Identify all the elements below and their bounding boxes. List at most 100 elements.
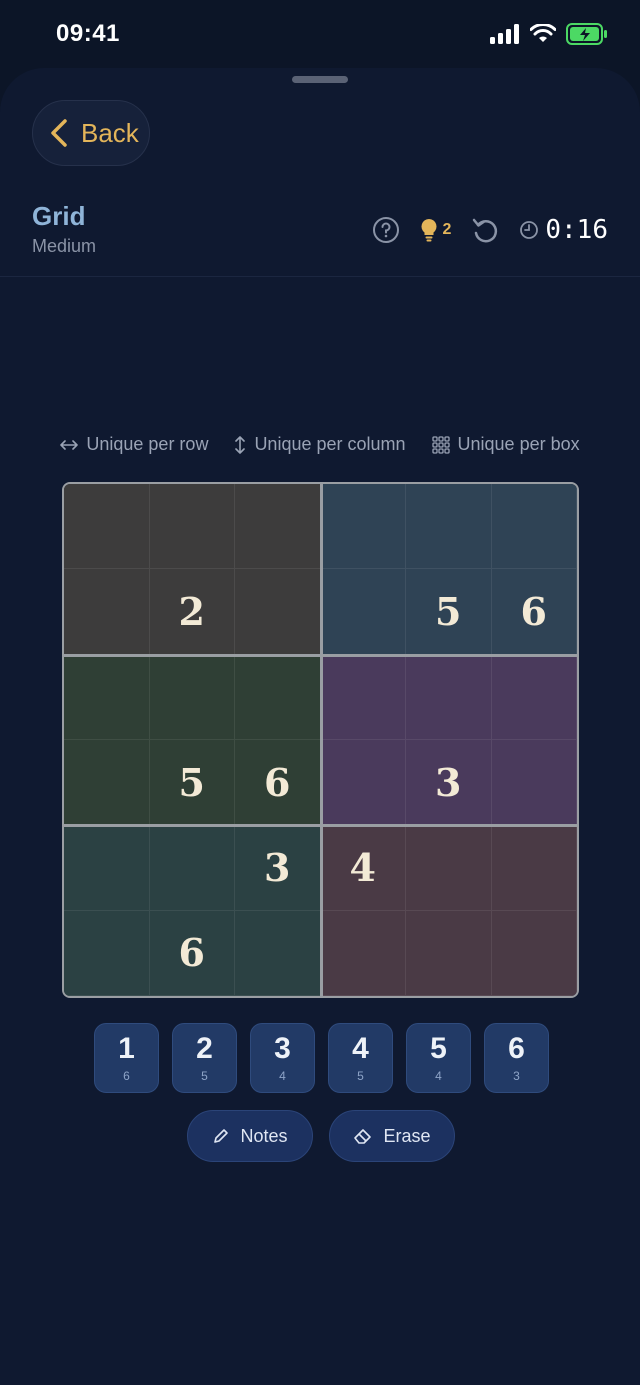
board-cell-r5-c1[interactable]	[64, 825, 150, 911]
board-cell-r3-c3[interactable]	[235, 654, 321, 740]
board-cell-r1-c1[interactable]	[64, 484, 150, 570]
box-divider	[319, 484, 323, 996]
battery-charging-icon	[566, 23, 607, 45]
rule-column: Unique per column	[234, 434, 406, 455]
difficulty-label: Medium	[32, 236, 97, 256]
board-cell-r2-c3[interactable]	[235, 569, 321, 655]
sheet-grabber[interactable]	[292, 76, 348, 83]
box-divider	[64, 653, 577, 657]
board-cell-r4-c3[interactable]: 6	[235, 740, 321, 826]
header-divider	[0, 276, 640, 277]
action-buttons: Notes Erase	[187, 1110, 455, 1162]
board-cell-r2-c1[interactable]	[64, 569, 150, 655]
number-key-remaining: 3	[513, 1069, 520, 1083]
wifi-icon	[530, 24, 556, 42]
rule-row: Unique per row	[60, 434, 208, 455]
board-cell-r1-c5[interactable]	[406, 484, 492, 570]
rules-row: Unique per row Unique per column Unique …	[0, 434, 640, 455]
help-icon[interactable]	[372, 216, 400, 244]
notes-button[interactable]: Notes	[187, 1110, 313, 1162]
number-key-4[interactable]: 45	[328, 1023, 393, 1093]
number-key-digit: 4	[352, 1032, 369, 1065]
board-cell-r6-c1[interactable]	[64, 910, 150, 996]
game-title: Grid	[32, 201, 86, 231]
game-toolbar: 2 0:16	[372, 213, 608, 247]
number-key-digit: 6	[508, 1032, 525, 1065]
board-cell-r5-c2[interactable]	[149, 825, 235, 911]
board-cell-r6-c5[interactable]	[406, 910, 492, 996]
number-key-remaining: 6	[123, 1069, 130, 1083]
board-cell-r3-c4[interactable]	[320, 654, 406, 740]
erase-label: Erase	[383, 1125, 431, 1146]
number-key-1[interactable]: 16	[94, 1023, 159, 1093]
board-cell-r2-c4[interactable]	[320, 569, 406, 655]
board-cell-r4-c1[interactable]	[64, 740, 150, 826]
hint-count: 2	[442, 221, 452, 238]
timer-text: 0:16	[545, 215, 608, 245]
horizontal-arrows-icon	[60, 439, 79, 450]
number-key-digit: 2	[196, 1032, 213, 1065]
board-cell-r6-c6[interactable]	[491, 910, 577, 996]
board-cell-r4-c2[interactable]: 5	[149, 740, 235, 826]
number-key-digit: 3	[274, 1032, 291, 1065]
board-cell-r6-c2[interactable]: 6	[149, 910, 235, 996]
board-cell-r5-c6[interactable]	[491, 825, 577, 911]
board-cell-r1-c3[interactable]	[235, 484, 321, 570]
sudoku-board: 256563346	[62, 482, 579, 998]
number-key-remaining: 5	[357, 1069, 364, 1083]
number-key-digit: 5	[430, 1032, 447, 1065]
notes-label: Notes	[240, 1125, 288, 1146]
clock-icon	[520, 221, 539, 239]
board-cell-r6-c3[interactable]	[235, 910, 321, 996]
board-cell-r2-c2[interactable]: 2	[149, 569, 235, 655]
number-key-digit: 1	[118, 1032, 135, 1065]
eraser-icon	[354, 1129, 372, 1144]
title-block: Grid Medium	[32, 201, 96, 257]
status-bar: 09:41	[0, 0, 640, 68]
board-cell-r1-c2[interactable]	[149, 484, 235, 570]
rule-column-label: Unique per column	[254, 434, 406, 454]
rule-box-label: Unique per box	[457, 434, 580, 454]
back-button[interactable]: Back	[32, 100, 150, 166]
number-key-3[interactable]: 34	[250, 1023, 315, 1093]
rule-box: Unique per box	[431, 434, 580, 455]
pencil-icon	[214, 1129, 229, 1143]
undo-icon[interactable]	[471, 216, 499, 244]
board-cell-r1-c4[interactable]	[320, 484, 406, 570]
game-sheet: Back Grid Medium 2 0:16 Unique per row U…	[0, 68, 640, 1385]
board-cell-r4-c5[interactable]: 3	[406, 740, 492, 826]
status-time: 09:41	[56, 20, 120, 47]
number-pad: 162534455463	[94, 1023, 549, 1093]
hint-button[interactable]: 2	[420, 218, 451, 242]
board-cell-r5-c5[interactable]	[406, 825, 492, 911]
board-cell-r3-c2[interactable]	[149, 654, 235, 740]
board-cell-r6-c4[interactable]	[320, 910, 406, 996]
signal-icon	[490, 24, 519, 44]
number-key-remaining: 4	[279, 1069, 286, 1083]
vertical-arrows-icon	[235, 435, 246, 454]
number-key-remaining: 5	[201, 1069, 208, 1083]
erase-button[interactable]: Erase	[329, 1110, 455, 1162]
board-cell-r2-c5[interactable]: 5	[406, 569, 492, 655]
number-key-5[interactable]: 54	[406, 1023, 471, 1093]
number-key-2[interactable]: 25	[172, 1023, 237, 1093]
number-key-remaining: 4	[435, 1069, 442, 1083]
status-icons	[490, 23, 608, 45]
lightbulb-icon	[421, 219, 437, 242]
board-cell-r4-c6[interactable]	[491, 740, 577, 826]
grid-dots-icon	[431, 435, 450, 454]
number-key-6[interactable]: 63	[484, 1023, 549, 1093]
rule-row-label: Unique per row	[86, 434, 209, 454]
chevron-left-icon	[51, 119, 67, 147]
board-cell-r3-c1[interactable]	[64, 654, 150, 740]
board-cell-r2-c6[interactable]: 6	[491, 569, 577, 655]
timer: 0:16	[519, 215, 608, 245]
board-cell-r4-c4[interactable]	[320, 740, 406, 826]
board-cell-r3-c5[interactable]	[406, 654, 492, 740]
board-cell-r5-c3[interactable]: 3	[235, 825, 321, 911]
board-cell-r5-c4[interactable]: 4	[320, 825, 406, 911]
back-label: Back	[81, 117, 139, 148]
box-divider	[64, 824, 577, 828]
board-cell-r1-c6[interactable]	[491, 484, 577, 570]
board-cell-r3-c6[interactable]	[491, 654, 577, 740]
